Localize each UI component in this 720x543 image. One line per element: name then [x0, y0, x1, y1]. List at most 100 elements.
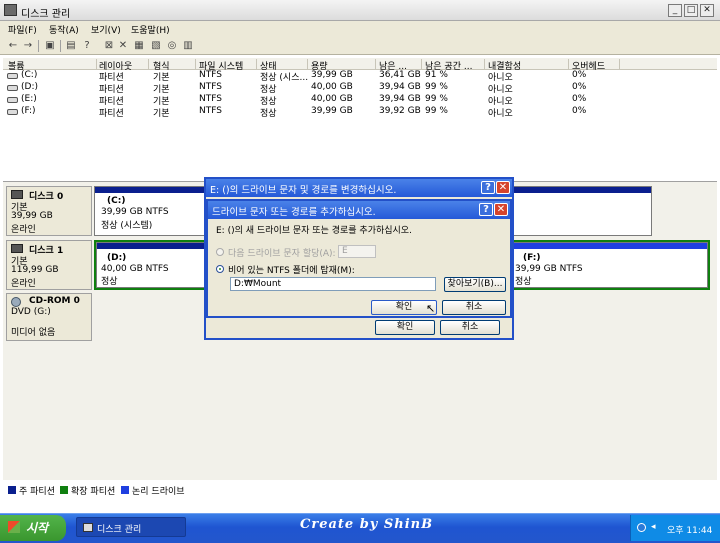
dialog-title: E: ()의 드라이브 문자 및 경로를 변경하십시오.: [210, 185, 397, 196]
partition-size: 39,99 GB NTFS: [101, 207, 169, 217]
partition-f[interactable]: (F:) 39,99 GB NTFS 정상: [512, 242, 708, 288]
radio-assign-letter[interactable]: [216, 248, 224, 256]
cell-filesystem: NTFS: [199, 70, 222, 80]
table-row[interactable]: (D:) 파티션 기본 NTFS 정상 40,00 GB 39,94 GB 99…: [3, 82, 717, 95]
hard-disk-icon: [11, 244, 23, 253]
menu-file[interactable]: 파일(F): [8, 23, 37, 36]
menu-bar: 파일(F) 동작(A) 보기(V) 도움말(H): [0, 21, 720, 37]
disk-name: 디스크 0: [29, 192, 64, 202]
cell-free: 39,94 GB: [379, 82, 421, 92]
table-row[interactable]: (C:) 파티션 기본 NTFS 정상 (시스... 39,99 GB 36,4…: [3, 70, 717, 83]
search-icon[interactable]: ◎: [166, 40, 178, 52]
legend-swatch: [121, 486, 129, 494]
cancel-button[interactable]: 취소: [442, 300, 506, 315]
cell-free-pct: 99 %: [425, 106, 448, 116]
menu-help[interactable]: 도움말(H): [131, 23, 170, 36]
security-icon[interactable]: [637, 523, 646, 532]
title-bar: [0, 0, 720, 21]
dialog-title-bar: E: ()의 드라이브 문자 및 경로를 변경하십시오. ? ✕: [206, 179, 512, 197]
option-mount-folder: 비어 있는 NTFS 폴더에 탑재(M):: [228, 266, 355, 276]
help-button[interactable]: ?: [481, 181, 495, 194]
legend-primary: 주 파티션: [19, 487, 55, 497]
disk-0-label[interactable]: 디스크 0 기본 39,99 GB 온라인: [6, 186, 92, 236]
drive-icon: [7, 73, 18, 79]
cell-free: 39,94 GB: [379, 94, 421, 104]
table-row[interactable]: (F:) 파티션 기본 NTFS 정상 39,99 GB 39,92 GB 99…: [3, 106, 717, 119]
view-icon[interactable]: ▥: [182, 40, 194, 52]
delete-icon[interactable]: ✕: [117, 40, 129, 52]
window-title: 디스크 관리: [21, 9, 71, 20]
cancel-button[interactable]: 취소: [440, 320, 500, 335]
disk-management-icon: [83, 523, 93, 532]
mouse-cursor-icon: ↖: [426, 302, 436, 315]
help-button[interactable]: ?: [479, 203, 493, 216]
logical-drive-bar: [513, 243, 707, 249]
cell-overhead: 0%: [572, 106, 587, 116]
option-assign-letter: 다음 드라이브 문자 할당(A):: [228, 249, 336, 259]
start-button[interactable]: 시작: [0, 515, 66, 541]
partition-name: (D:): [107, 253, 127, 263]
taskbar-item-label: 디스크 관리: [97, 525, 142, 535]
minimize-button[interactable]: _: [668, 4, 682, 17]
mount-path-value: D:₩Mount: [234, 279, 282, 289]
volume-icon[interactable]: ◂: [651, 522, 656, 532]
drive-icon: [7, 85, 18, 91]
table-row[interactable]: (E:) 파티션 기본 NTFS 정상 40,00 GB 39,94 GB 99…: [3, 94, 717, 107]
browse-button[interactable]: 찾아보기(B)...: [444, 277, 506, 292]
maximize-button[interactable]: □: [684, 4, 698, 17]
mount-path-input[interactable]: D:₩Mount: [230, 277, 436, 291]
close-button[interactable]: ✕: [496, 181, 510, 194]
cell-overhead: 0%: [572, 70, 587, 80]
disk-name: CD-ROM 0: [29, 296, 80, 306]
hard-disk-icon: [11, 190, 23, 199]
drive-letter-select[interactable]: E: [338, 245, 376, 258]
legend-logical: 논리 드라이브: [132, 487, 185, 497]
console-tree-icon[interactable]: ▣: [44, 40, 56, 52]
disk-type: DVD (G:): [11, 307, 51, 317]
cell-filesystem: NTFS: [199, 82, 222, 92]
properties-icon[interactable]: ▤: [65, 40, 77, 52]
cell-capacity: 39,99 GB: [311, 106, 353, 116]
drive-letter-value: E: [342, 246, 348, 256]
menu-action[interactable]: 동작(A): [49, 23, 79, 36]
cell-volume: (C:): [21, 70, 38, 80]
start-label: 시작: [26, 521, 49, 535]
connect-icon[interactable]: ⊠: [103, 40, 115, 52]
menu-view[interactable]: 보기(V): [91, 23, 121, 36]
disk-status: 온라인: [11, 225, 36, 235]
cell-capacity: 39,99 GB: [311, 70, 353, 80]
disk-1-label[interactable]: 디스크 1 기본 119,99 GB 온라인: [6, 240, 92, 290]
disk-size: 39,99 GB: [11, 211, 53, 221]
cell-free: 36,41 GB: [379, 70, 421, 80]
partition-d[interactable]: (D:) 40,00 GB NTFS 정상: [96, 242, 210, 288]
drive-icon: [7, 97, 18, 103]
watermark-text: Create by ShinB: [300, 517, 434, 532]
disk-status: 미디어 없음: [11, 328, 56, 338]
primary-partition-bar: [97, 243, 209, 249]
cdrom-0-label[interactable]: CD-ROM 0 DVD (G:) 미디어 없음: [6, 293, 92, 341]
radio-mount-folder[interactable]: [216, 265, 224, 273]
disk-management-icon: [4, 4, 17, 16]
cell-filesystem: NTFS: [199, 94, 222, 104]
dialog-title: 드라이브 문자 또는 경로를 추가하십시오.: [212, 207, 376, 218]
cell-volume: (E:): [21, 94, 37, 104]
close-button[interactable]: ✕: [700, 4, 714, 17]
back-icon[interactable]: ←: [7, 40, 19, 52]
cell-free-pct: 99 %: [425, 82, 448, 92]
disk-size: 119,99 GB: [11, 265, 59, 275]
close-button[interactable]: ✕: [494, 203, 508, 216]
forward-icon[interactable]: →: [22, 40, 34, 52]
cell-filesystem: NTFS: [199, 106, 222, 116]
cell-type: 기본: [153, 109, 170, 119]
clock[interactable]: 오후 11:44: [667, 523, 712, 536]
system-tray: ◂ 오후 11:44: [630, 515, 720, 541]
ok-button[interactable]: 확인: [375, 320, 435, 335]
help-icon[interactable]: ?: [81, 40, 93, 52]
open-icon[interactable]: ▧: [150, 40, 162, 52]
radio-selected-dot: [219, 268, 221, 270]
cell-overhead: 0%: [572, 82, 587, 92]
cell-status: 정상: [260, 109, 277, 119]
taskbar-item-disk-management[interactable]: 디스크 관리: [76, 517, 186, 537]
partition-name: (F:): [523, 253, 541, 263]
check-icon[interactable]: ▦: [133, 40, 145, 52]
